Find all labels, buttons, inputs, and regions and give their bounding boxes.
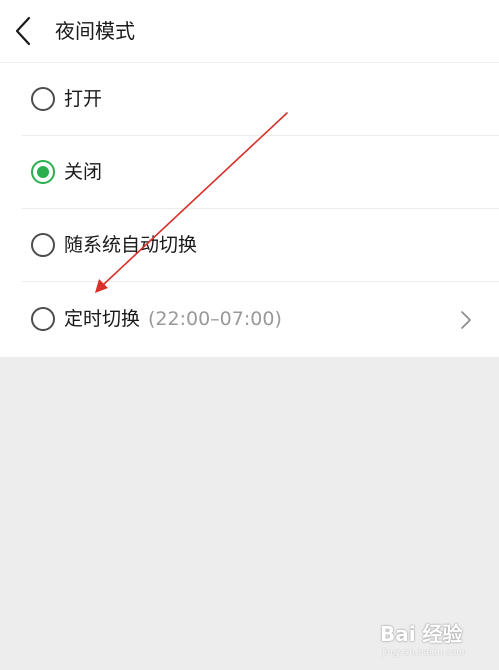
radio-button-follow-system[interactable]: [31, 233, 55, 257]
watermark-url: jingyan.baidu.com: [382, 648, 466, 658]
schedule-time-range: (22:00–07:00): [148, 308, 282, 330]
radio-button-scheduled[interactable]: [31, 307, 55, 331]
option-row-open[interactable]: 打开: [0, 63, 499, 136]
page-title: 夜间模式: [55, 19, 135, 43]
app-header: 夜间模式: [0, 0, 499, 63]
option-row-follow-system[interactable]: 随系统自动切换: [0, 209, 499, 282]
radio-button-open[interactable]: [31, 87, 55, 111]
baidu-jingyan-watermark: Bai 经验 jingyan.baidu.com: [380, 618, 492, 664]
chevron-left-icon: [15, 16, 31, 46]
back-button[interactable]: [10, 14, 40, 48]
option-row-scheduled[interactable]: 定时切换 (22:00–07:00): [0, 282, 499, 357]
option-label-close: 关闭: [64, 161, 103, 183]
option-label-follow-system: 随系统自动切换: [64, 234, 198, 256]
night-mode-options: 打开 关闭 随系统自动切换 定时切换 (22:00–07:00): [0, 63, 499, 357]
chevron-right-icon: [461, 311, 471, 329]
option-label-scheduled: 定时切换 (22:00–07:00): [64, 308, 282, 330]
option-row-close[interactable]: 关闭: [0, 136, 499, 209]
watermark-logo: Bai 经验: [380, 622, 463, 646]
option-label-open: 打开: [64, 88, 103, 110]
radio-button-close[interactable]: [31, 160, 55, 184]
radio-selected-dot-icon: [37, 166, 49, 178]
